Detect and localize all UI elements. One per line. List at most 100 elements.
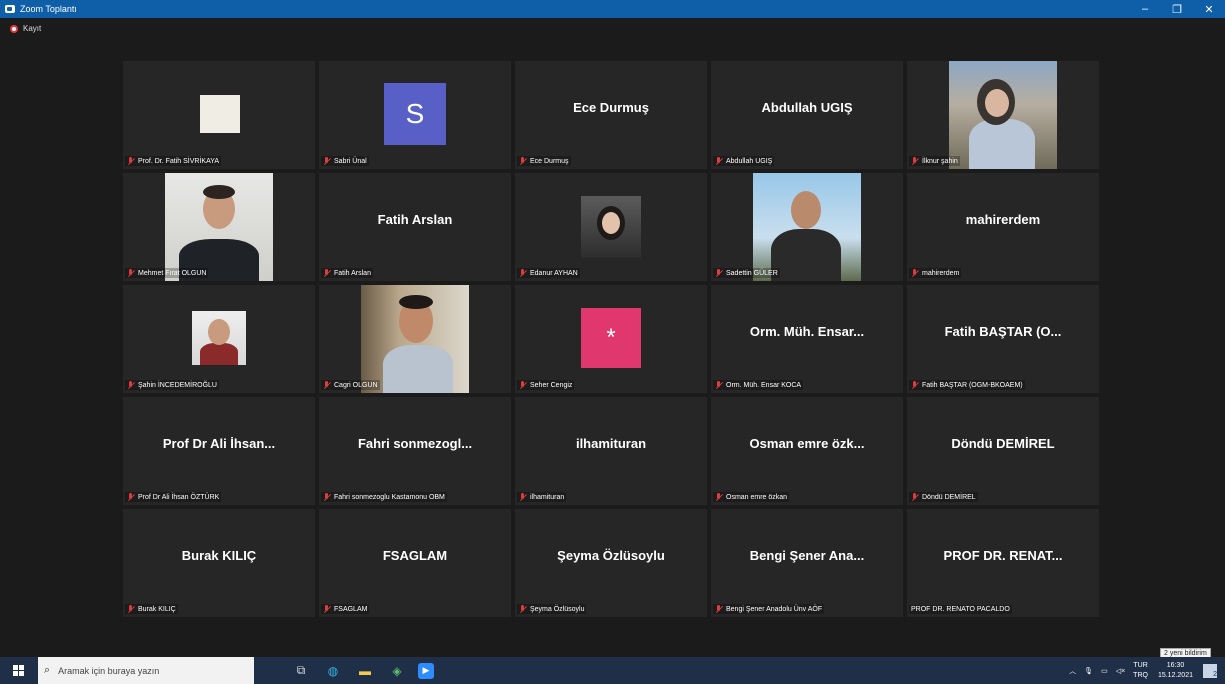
participant-tile[interactable]: * Seher Cengiz: [515, 285, 707, 393]
participant-label: Fatih Arslan: [321, 268, 373, 278]
participant-tile[interactable]: Mehmet Fırat OLGUN: [123, 173, 315, 281]
participant-tile[interactable]: Cagri OLGUN: [319, 285, 511, 393]
participant-label: Ece Durmuş: [517, 156, 571, 166]
participant-label: İlknur şahin: [909, 156, 960, 166]
muted-mic-icon: [127, 381, 135, 389]
participant-tile[interactable]: Prof. Dr. Fatih SİVRİKAYA: [123, 61, 315, 169]
store-icon[interactable]: ◈: [386, 660, 408, 682]
muted-mic-icon: [127, 269, 135, 277]
search-icon: ⌕: [44, 664, 51, 676]
start-button[interactable]: [0, 657, 38, 684]
participant-tile[interactable]: S Sabri Ünal: [319, 61, 511, 169]
participant-display-name: Fahri sonmezogl...: [357, 435, 473, 451]
minimize-button[interactable]: –: [1129, 0, 1161, 18]
participant-tile[interactable]: Ece Durmuş Ece Durmuş: [515, 61, 707, 169]
participant-tile[interactable]: İlknur şahin: [907, 61, 1099, 169]
zoom-app-icon: [5, 5, 15, 13]
participant-label: Prof. Dr. Fatih SİVRİKAYA: [125, 156, 222, 166]
participant-photo: [200, 95, 240, 133]
participant-tile[interactable]: Şahin İNCEDEMİROĞLU: [123, 285, 315, 393]
participant-display-name: mahirerdem: [965, 211, 1041, 227]
language-indicator[interactable]: TUR TRQ: [1133, 661, 1148, 681]
participant-video: [753, 173, 861, 281]
muted-mic-icon: [323, 605, 331, 613]
gallery-grid: Prof. Dr. Fatih SİVRİKAYA S Sabri Ünal E…: [123, 61, 1099, 617]
participant-label: ilhamituran: [517, 492, 567, 502]
file-explorer-icon[interactable]: ▬: [354, 660, 376, 682]
muted-mic-icon: [127, 157, 135, 165]
muted-mic-icon: [911, 157, 919, 165]
muted-mic-icon: [519, 381, 527, 389]
maximize-button[interactable]: ❐: [1161, 0, 1193, 18]
participant-label: Prof Dr Ali İhsan ÖZTÜRK: [125, 492, 222, 502]
muted-mic-icon: [127, 605, 135, 613]
participant-label: Cagri OLGUN: [321, 380, 380, 390]
window-title: Zoom Toplantı: [20, 4, 77, 14]
participant-tile[interactable]: Bengi Şener Ana... Bengi Şener Anadolu Ü…: [711, 509, 903, 617]
participant-label: Fahri sonmezoglu Kastamonu OBM: [321, 492, 447, 502]
chevron-up-icon[interactable]: ︿: [1069, 666, 1076, 676]
clock[interactable]: 16:30 15.12.2021: [1158, 661, 1193, 681]
participant-display-name: Prof Dr Ali İhsan...: [162, 435, 276, 451]
participant-label: mahirerdem: [909, 268, 962, 278]
participant-tile[interactable]: ilhamituran ilhamituran: [515, 397, 707, 505]
muted-mic-icon: [127, 493, 135, 501]
participant-tile[interactable]: Şeyma Özlüsoylu Şeyma Özlüsoylu: [515, 509, 707, 617]
participant-tile[interactable]: Döndü DEMİREL Döndü DEMİREL: [907, 397, 1099, 505]
participant-display-name: Döndü DEMİREL: [951, 435, 1055, 451]
edge-browser-icon[interactable]: ◍: [322, 660, 344, 682]
participant-tile[interactable]: FSAGLAM FSAGLAM: [319, 509, 511, 617]
participant-display-name: PROF DR. RENAT...: [943, 547, 1063, 563]
muted-mic-icon: [715, 605, 723, 613]
search-placeholder: Aramak için buraya yazın: [58, 665, 160, 676]
network-icon[interactable]: ▭: [1101, 667, 1108, 675]
participant-label: Seher Cengiz: [517, 380, 575, 390]
record-icon: [10, 24, 18, 33]
muted-mic-icon: [911, 269, 919, 277]
participant-label: Fatih BAŞTAR (OGM-BKOAEM): [909, 380, 1025, 390]
participant-label: Edanur AYHAN: [517, 268, 580, 278]
participant-label: Şeyma Özlüsoylu: [517, 604, 587, 614]
participant-photo: [581, 196, 641, 258]
participant-display-name: Burak KILIÇ: [181, 547, 257, 563]
participant-video: [165, 173, 273, 281]
volume-icon[interactable]: ◁×: [1116, 667, 1125, 675]
participant-label: Bengi Şener Anadolu Ünv AÖF: [713, 604, 825, 614]
participant-tile[interactable]: PROF DR. RENAT... PROF DR. RENATO PACALD…: [907, 509, 1099, 617]
action-center-icon[interactable]: 2: [1203, 663, 1217, 678]
participant-tile[interactable]: Abdullah UGIŞ Abdullah UGIŞ: [711, 61, 903, 169]
participant-label: PROF DR. RENATO PACALDO: [909, 605, 1012, 614]
microphone-icon[interactable]: 🎙: [1084, 667, 1093, 675]
participant-label: Döndü DEMİREL: [909, 492, 978, 502]
participant-display-name: Şeyma Özlüsoylu: [557, 547, 665, 563]
participant-tile[interactable]: Orm. Müh. Ensar... Orm. Müh. Ensar KOCA: [711, 285, 903, 393]
participant-display-name: Orm. Müh. Ensar...: [749, 323, 865, 339]
muted-mic-icon: [715, 493, 723, 501]
participant-tile[interactable]: Fahri sonmezogl... Fahri sonmezoglu Kast…: [319, 397, 511, 505]
muted-mic-icon: [715, 269, 723, 277]
task-view-icon[interactable]: ⧉: [290, 660, 312, 682]
participant-display-name: ilhamituran: [575, 435, 647, 451]
participant-photo: [192, 311, 246, 365]
participant-tile[interactable]: mahirerdem mahirerdem: [907, 173, 1099, 281]
participant-tile[interactable]: Prof Dr Ali İhsan... Prof Dr Ali İhsan Ö…: [123, 397, 315, 505]
participant-tile[interactable]: Fatih Arslan Fatih Arslan: [319, 173, 511, 281]
avatar-initial: *: [581, 308, 641, 368]
participant-tile[interactable]: Sadettin GÜLER: [711, 173, 903, 281]
muted-mic-icon: [911, 493, 919, 501]
participant-tile[interactable]: Osman emre özk... Osman emre özkan: [711, 397, 903, 505]
windows-taskbar: ⌕ Aramak için buraya yazın ⧉ ◍ ▬ ◈ ▶ ︿ 🎙…: [0, 657, 1225, 684]
participant-label: FSAGLAM: [321, 604, 370, 614]
zoom-taskbar-icon[interactable]: ▶: [418, 662, 434, 679]
participant-video: [949, 61, 1057, 169]
windows-logo-icon: [13, 664, 25, 677]
participant-label: Burak KILIÇ: [125, 604, 178, 614]
recording-indicator[interactable]: Kayıt: [10, 24, 41, 33]
participant-tile[interactable]: Burak KILIÇ Burak KILIÇ: [123, 509, 315, 617]
participant-tile[interactable]: Fatih BAŞTAR (O... Fatih BAŞTAR (OGM-BKO…: [907, 285, 1099, 393]
muted-mic-icon: [323, 381, 331, 389]
muted-mic-icon: [519, 269, 527, 277]
taskbar-search[interactable]: ⌕ Aramak için buraya yazın: [38, 657, 254, 684]
close-button[interactable]: ✕: [1193, 0, 1225, 18]
participant-tile[interactable]: Edanur AYHAN: [515, 173, 707, 281]
